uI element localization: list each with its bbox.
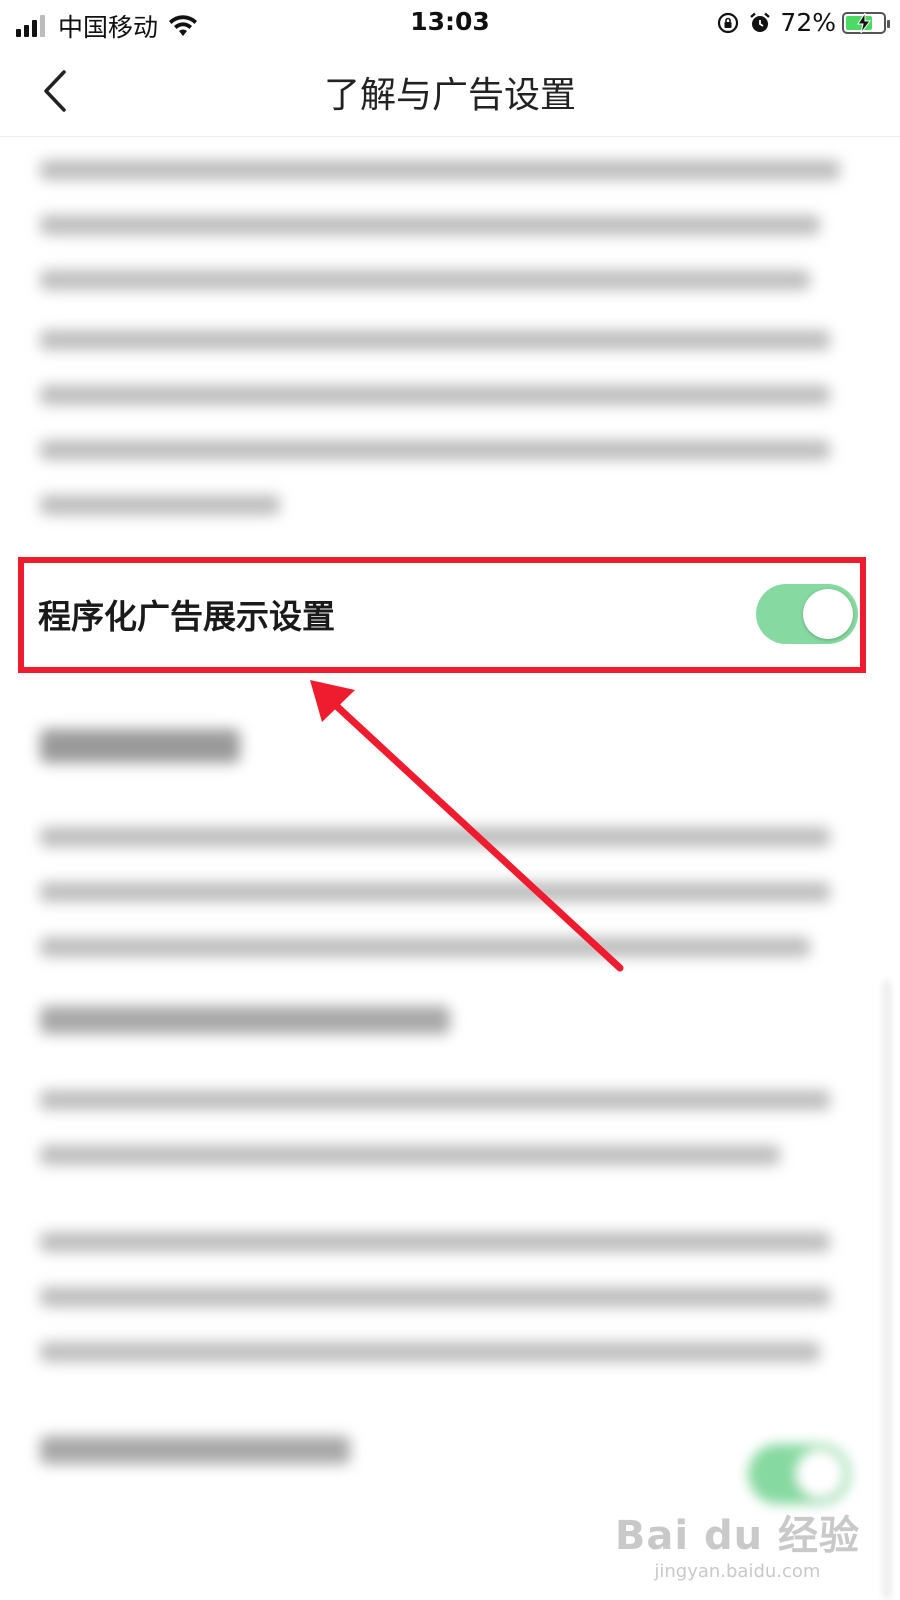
bolt-icon — [857, 12, 871, 33]
setting-label: 程序化广告展示设置 — [38, 597, 335, 636]
status-bar: 中国移动 13:03 72% — [0, 0, 900, 46]
watermark-brand: Bai du 经验 — [614, 1513, 860, 1559]
blurred-paragraph — [40, 815, 840, 957]
blurred-paragraph — [40, 318, 840, 515]
blurred-subheading — [40, 1430, 350, 1464]
status-right: 72% — [716, 8, 890, 37]
watermark-url: jingyan.baidu.com — [654, 1561, 821, 1582]
blurred-paragraph — [40, 1220, 840, 1362]
alarm-icon — [750, 12, 771, 32]
rotation-lock-icon — [718, 12, 739, 33]
personalized-ads-toggle[interactable] — [748, 1444, 850, 1504]
toggle-knob — [803, 589, 853, 639]
battery-charging-icon — [842, 11, 890, 34]
blurred-subheading — [40, 1000, 450, 1034]
scrollbar[interactable] — [882, 980, 892, 1600]
toggle-knob — [795, 1449, 845, 1499]
blurred-heading — [40, 725, 240, 763]
watermark: Bai du 经验 jingyan.baidu.com — [615, 1503, 860, 1582]
setting-row-programmatic-ads: 程序化广告展示设置 — [0, 560, 900, 670]
nav-bar: 了解与广告设置 — [0, 46, 900, 137]
blurred-paragraph — [40, 1078, 840, 1165]
screen: 中国移动 13:03 72% 了解与广告设置 程序化广告展示设置 Bai du … — [0, 0, 900, 1600]
blurred-paragraph — [40, 140, 840, 290]
battery-percent: 72% — [780, 8, 836, 37]
battery-cap — [887, 19, 890, 28]
page-title: 了解与广告设置 — [323, 75, 576, 116]
programmatic-ads-toggle[interactable] — [756, 584, 858, 644]
